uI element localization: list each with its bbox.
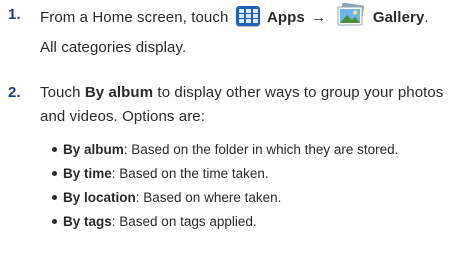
bullet-icon xyxy=(52,146,57,152)
option-label: By time xyxy=(63,166,112,181)
step-2-text-after: to display other ways to group your phot… xyxy=(157,84,444,101)
period: . xyxy=(424,8,429,26)
option-by-tags: By tags: Based on tags applied. xyxy=(52,213,257,230)
step-2-line-2: and videos. Options are: xyxy=(40,108,205,125)
gallery-photo-icon xyxy=(336,2,366,27)
option-description: : Based on the time taken. xyxy=(111,166,269,181)
option-label: By tags xyxy=(63,214,112,229)
step-number: 2. xyxy=(8,84,21,101)
option-description: : Based on where taken. xyxy=(135,190,282,205)
step-1-instruction: From a Home screen, touch Apps → Gallery… xyxy=(40,2,429,30)
by-album-label: By album xyxy=(84,84,154,101)
bullet-icon xyxy=(52,170,57,176)
option-description: : Based on tags applied. xyxy=(111,214,257,229)
arrow-icon: → xyxy=(311,8,327,26)
step-2-instruction: Touch By album to display other ways to … xyxy=(40,84,443,102)
step-2-text-before: Touch xyxy=(40,84,81,101)
bullet-icon xyxy=(52,218,57,224)
option-by-location: By location: Based on where taken. xyxy=(52,189,281,206)
step-1-result: All categories display. xyxy=(40,39,187,56)
option-label: By location xyxy=(63,190,136,205)
document-page: 1. From a Home screen, touch Apps → Gall… xyxy=(0,0,470,256)
option-by-time: By time: Based on the time taken. xyxy=(52,165,269,182)
apps-label: Apps xyxy=(266,8,305,26)
gallery-label: Gallery xyxy=(372,8,425,26)
step-number: 1. xyxy=(8,6,21,23)
option-description: : Based on the folder in which they are … xyxy=(123,142,399,157)
apps-grid-icon xyxy=(235,6,260,26)
step-1-text: From a Home screen, touch xyxy=(40,8,229,26)
option-label: By album xyxy=(63,142,124,157)
bullet-icon xyxy=(52,194,57,200)
option-by-album: By album: Based on the folder in which t… xyxy=(52,141,398,158)
